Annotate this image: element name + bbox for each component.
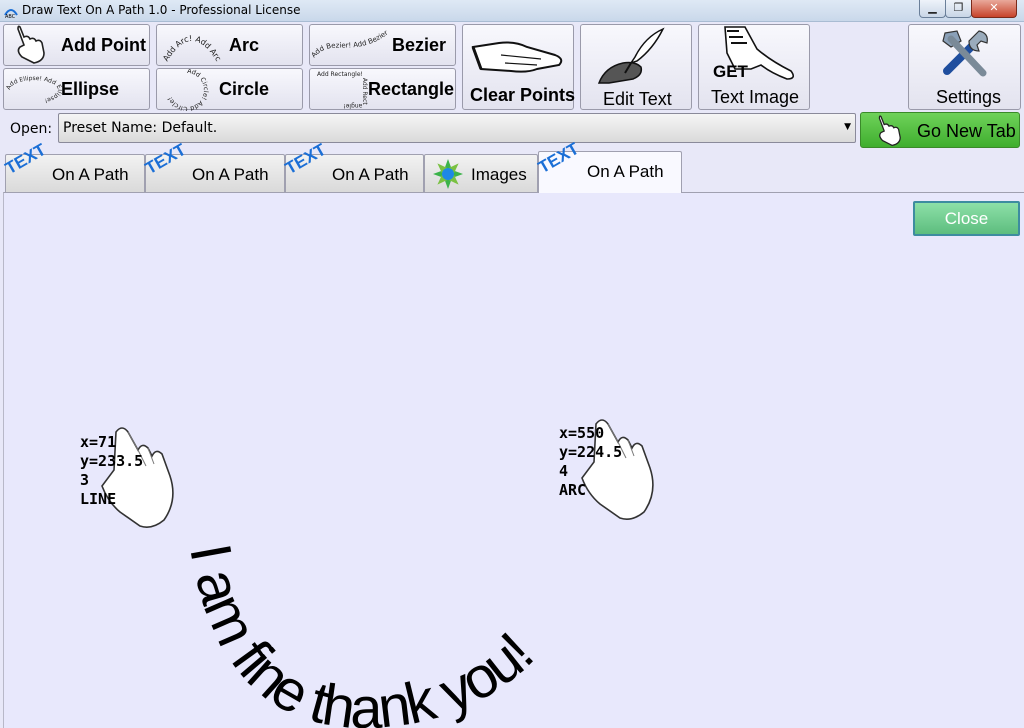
settings-button[interactable]: Settings xyxy=(908,24,1021,110)
circle-button[interactable]: Add Circle! Add Circle! Circle xyxy=(156,68,303,111)
tab-on-a-path-2[interactable]: TEXT On A Path xyxy=(142,140,285,193)
svg-text:Add Arc! Add Arc: Add Arc! Add Arc xyxy=(161,34,223,63)
bezier-preview-icon: Add Bezier! Add Bezier! xyxy=(312,26,390,59)
hand-sweep-icon xyxy=(471,41,563,73)
tab-images[interactable]: Images xyxy=(424,154,538,193)
tools-icon xyxy=(942,30,988,77)
open-row: Open: Preset Name: Default. ▼ Go New Tab xyxy=(0,111,1024,151)
svg-text:Add Bezier! Add Bezier!: Add Bezier! Add Bezier! xyxy=(312,26,390,59)
point-2-x: x=550 xyxy=(559,424,605,442)
tab-label: Images xyxy=(471,165,527,184)
preset-value: Preset Name: Default. xyxy=(63,120,218,136)
maximize-icon: ❐ xyxy=(953,1,964,14)
svg-text:Add Rectangle! Add Rectangle!: Add Rectangle! Add Rectangle! xyxy=(317,71,368,109)
rectangle-label: Rectangle xyxy=(368,79,455,99)
tab-label: On A Path xyxy=(332,165,409,184)
arc-preview-icon: Add Arc! Add Arc xyxy=(161,34,223,63)
flower-image-icon xyxy=(433,159,463,189)
rectangle-preview-icon: Add Rectangle! Add Rectangle! xyxy=(317,71,368,109)
point-2-index: 4 xyxy=(559,462,569,480)
quill-pen-icon xyxy=(597,27,665,84)
pointing-hand-icon xyxy=(878,115,901,147)
tab-label: On A Path xyxy=(192,165,269,184)
dropdown-arrow-icon: ▼ xyxy=(844,122,851,132)
text-image-label: Text Image xyxy=(711,87,800,107)
app-icon: ABC xyxy=(4,9,18,19)
svg-text:Add Ellipse! Add Ellipse!: Add Ellipse! Add Ellipse! xyxy=(6,75,62,104)
edit-text-label: Edit Text xyxy=(603,89,672,109)
close-icon: ✕ xyxy=(989,1,999,14)
preset-select[interactable]: Preset Name: Default. ▼ xyxy=(58,113,856,143)
circle-preview-icon: Add Circle! Add Circle! xyxy=(166,69,209,111)
svg-text:ABC: ABC xyxy=(5,14,16,19)
pointing-hand-icon xyxy=(17,25,45,64)
tab-label: On A Path xyxy=(52,165,129,184)
tab-on-a-path-active[interactable]: TEXT On A Path xyxy=(535,139,682,193)
go-new-tab-button[interactable]: Go New Tab xyxy=(860,112,1020,148)
point-1-info: x=71 y=233.5 3 LINE xyxy=(80,433,143,509)
minimize-button[interactable]: ▁ xyxy=(919,0,946,18)
rectangle-button[interactable]: Add Rectangle! Add Rectangle! Rectangle xyxy=(309,68,456,110)
arc-button[interactable]: Add Arc! Add Arc Arc xyxy=(156,24,303,66)
close-button[interactable]: Close xyxy=(913,201,1020,236)
ellipse-label: Ellipse xyxy=(61,79,120,99)
add-point-label: Add Point xyxy=(61,35,146,55)
point-2-info: x=550 y=224.5 4 ARC xyxy=(559,424,622,500)
open-label: Open: xyxy=(10,121,53,137)
go-new-tab-label: Go New Tab xyxy=(917,121,1016,141)
add-point-button[interactable]: Add Point xyxy=(3,24,150,66)
clear-points-button[interactable]: Clear Points xyxy=(462,24,576,110)
bezier-label: Bezier xyxy=(392,35,447,55)
tab-on-a-path-3[interactable]: TEXT On A Path xyxy=(282,140,424,193)
title-bar: ABC Draw Text On A Path 1.0 - Profession… xyxy=(0,0,1024,22)
point-1-type: LINE xyxy=(80,490,117,508)
svg-text:Add Circle! Add Circle!: Add Circle! Add Circle! xyxy=(166,69,209,111)
point-2-type: ARC xyxy=(559,481,587,499)
edit-text-button[interactable]: Edit Text xyxy=(580,24,692,110)
bezier-button[interactable]: Add Bezier! Add Bezier! Bezier xyxy=(309,24,456,66)
settings-label: Settings xyxy=(936,87,1002,107)
tab-on-a-path-1[interactable]: TEXT On A Path xyxy=(2,140,145,193)
ellipse-preview-icon: Add Ellipse! Add Ellipse! xyxy=(6,75,62,104)
window-title: Draw Text On A Path 1.0 - Professional L… xyxy=(22,3,301,17)
maximize-button[interactable]: ❐ xyxy=(945,0,972,18)
get-text-image-button[interactable]: GET Text Image xyxy=(698,24,810,110)
svg-text:GET: GET xyxy=(713,62,749,81)
tab-bar: TEXT On A Path TEXT On A Path TEXT On A … xyxy=(0,139,1024,193)
clear-points-label: Clear Points xyxy=(470,85,576,105)
point-1-index: 3 xyxy=(80,471,90,489)
tab-label: On A Path xyxy=(587,162,664,181)
arc-label: Arc xyxy=(229,35,260,55)
minimize-icon: ▁ xyxy=(928,1,937,14)
hand-holding-icon: GET xyxy=(713,26,795,81)
toolbar: Add Point Add Arc! Add Arc Arc Add Bezie… xyxy=(0,22,1024,111)
point-2-y: y=224.5 xyxy=(559,443,623,461)
ellipse-button[interactable]: Add Ellipse! Add Ellipse! Ellipse xyxy=(3,68,150,110)
point-1-y: y=233.5 xyxy=(80,452,144,470)
circle-label: Circle xyxy=(219,79,270,99)
point-1-x: x=71 xyxy=(80,433,117,451)
close-window-button[interactable]: ✕ xyxy=(971,0,1017,18)
